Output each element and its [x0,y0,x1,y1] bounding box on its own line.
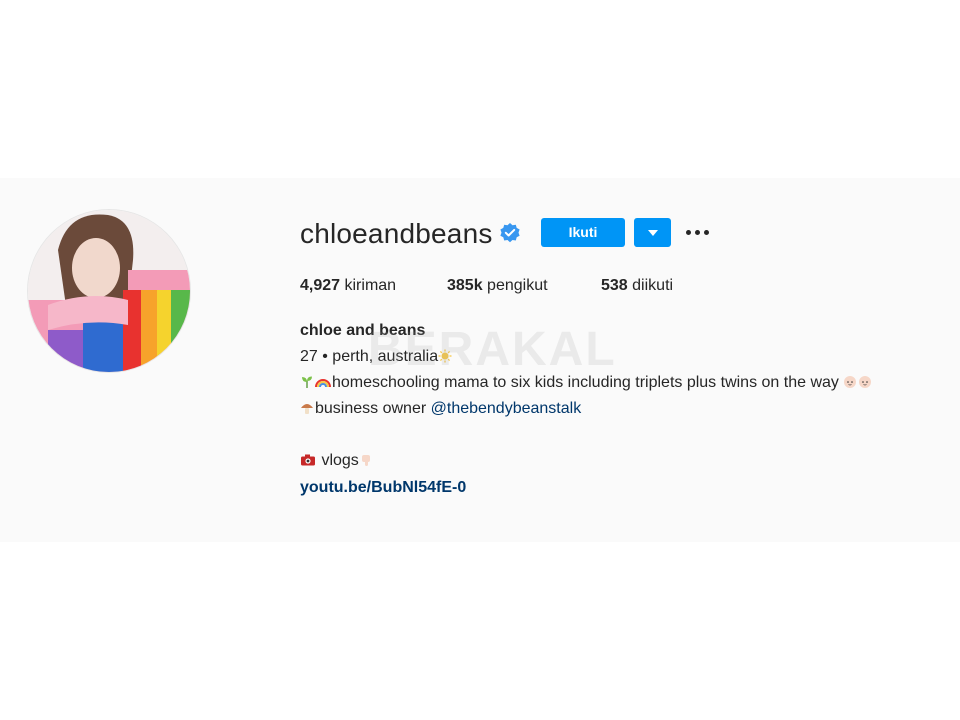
profile-username: chloeandbeans [300,218,493,249]
baby-emoji [843,375,857,395]
avatar-photo [28,210,190,372]
following-count[interactable]: 538 diikuti [601,276,673,296]
business-mention-link[interactable]: @thebendybeanstalk [431,400,582,417]
rainbow-emoji [315,375,331,395]
profile-avatar[interactable] [28,210,190,372]
seedling-emoji [300,375,314,395]
chevron-down-icon [648,230,658,236]
bio-external-link: youtu.be/BubNl54fE-0 [300,478,466,498]
mushroom-emoji [300,401,314,421]
posts-count: 4,927 kiriman [300,277,397,294]
bio-line-vlogs: vlogs [300,451,374,473]
more-options-button[interactable] [684,222,712,244]
suggestions-dropdown-button[interactable] [634,218,671,247]
followers-count[interactable]: 385k pengikut [447,276,548,296]
follow-button[interactable]: Ikuti [541,218,625,247]
more-options-icon [686,230,691,235]
baby-emoji [858,375,872,395]
camera-emoji [300,453,316,473]
pointing-down-emoji [359,453,373,473]
bio-line-business: business owner @thebendybeanstalk [300,399,581,421]
external-link[interactable]: youtu.be/BubNl54fE-0 [300,479,466,496]
watermark: BERAKAL [368,323,617,376]
verified-badge-icon [499,222,521,244]
